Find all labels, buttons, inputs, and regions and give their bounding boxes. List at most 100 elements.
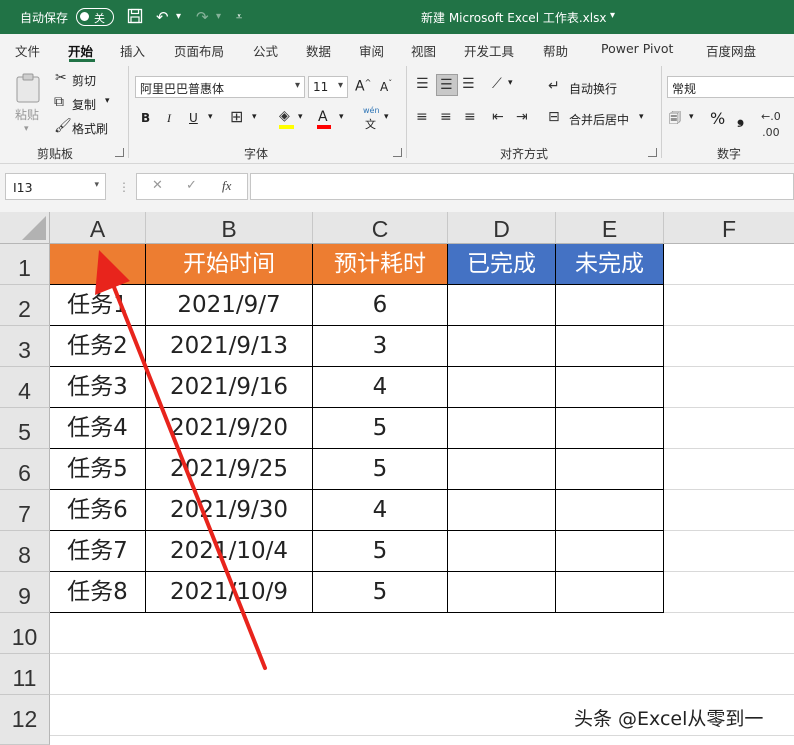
merge-center-icon[interactable]: ⊟	[548, 109, 560, 125]
column-header-a[interactable]: A	[50, 212, 146, 244]
align-center-icon[interactable]: ≡	[440, 109, 452, 125]
table-cell[interactable]	[556, 408, 664, 449]
tab-home[interactable]: 开始	[68, 41, 93, 60]
cut-label[interactable]: 剪切	[72, 72, 96, 89]
redo-icon[interactable]: ↷	[196, 8, 209, 26]
customize-toolbar-icon[interactable]: ⩡	[236, 8, 242, 26]
paste-button[interactable]: 粘贴 ▾	[12, 70, 46, 136]
orientation-dropdown-icon[interactable]: ▾	[508, 78, 513, 88]
align-top-icon[interactable]: ☰	[416, 76, 429, 92]
table-cell[interactable]: 5	[313, 572, 448, 613]
tab-power-pivot[interactable]: Power Pivot	[601, 41, 673, 56]
undo-icon[interactable]: ↶	[156, 8, 169, 26]
font-name-select[interactable]: 阿里巴巴普惠体 ▾	[135, 76, 305, 98]
tab-view[interactable]: 视图	[411, 41, 436, 60]
table-cell[interactable]: 5	[313, 449, 448, 490]
tab-file[interactable]: 文件	[15, 41, 40, 60]
insert-function-icon[interactable]: fx	[222, 178, 231, 194]
row-header-6[interactable]: 6	[0, 449, 50, 490]
increase-indent-icon[interactable]: ⇥	[516, 109, 528, 125]
row-header-4[interactable]: 4	[0, 367, 50, 408]
table-cell[interactable]: 任务3	[50, 367, 146, 408]
shrink-font-icon[interactable]: Aˇ	[380, 79, 392, 94]
table-cell[interactable]: 2021/9/20	[146, 408, 313, 449]
table-cell[interactable]: 4	[313, 367, 448, 408]
align-middle-button[interactable]: ☰	[436, 74, 458, 96]
currency-dropdown-icon[interactable]: ▾	[689, 112, 694, 122]
formula-input[interactable]	[250, 173, 794, 200]
enter-icon[interactable]: ✓	[186, 178, 197, 193]
table-cell[interactable]: 2021/9/25	[146, 449, 313, 490]
cell-e1[interactable]: 未完成	[556, 244, 664, 285]
merge-center-label[interactable]: 合并后居中	[569, 111, 629, 128]
copy-label[interactable]: 复制	[72, 96, 96, 113]
tab-help[interactable]: 帮助	[543, 41, 568, 60]
row-header-7[interactable]: 7	[0, 490, 50, 531]
save-icon[interactable]	[127, 8, 143, 28]
table-cell[interactable]: 任务7	[50, 531, 146, 572]
comma-button[interactable]: ❟	[737, 107, 744, 128]
tab-baidu-netdisk[interactable]: 百度网盘	[706, 41, 756, 60]
table-cell[interactable]	[556, 490, 664, 531]
table-cell[interactable]: 2021/9/7	[146, 285, 313, 326]
table-cell[interactable]: 任务4	[50, 408, 146, 449]
cancel-icon[interactable]: ✕	[152, 178, 163, 193]
cell-b1[interactable]: 开始时间	[146, 244, 313, 285]
table-cell[interactable]: 任务2	[50, 326, 146, 367]
table-cell[interactable]	[556, 367, 664, 408]
redo-dropdown-icon[interactable]: ▾	[216, 8, 221, 26]
table-cell[interactable]	[448, 408, 556, 449]
table-cell[interactable]	[556, 285, 664, 326]
copy-icon[interactable]: ⧉	[54, 94, 64, 110]
cut-icon[interactable]: ✂	[55, 70, 67, 86]
table-cell[interactable]: 5	[313, 531, 448, 572]
font-launcher-icon[interactable]	[393, 148, 402, 157]
row-header-11[interactable]: 11	[0, 654, 50, 695]
row-header-9[interactable]: 9	[0, 572, 50, 613]
clipboard-launcher-icon[interactable]	[115, 148, 124, 157]
table-cell[interactable]: 3	[313, 326, 448, 367]
phonetic-button[interactable]: wén 文	[361, 106, 385, 132]
grow-font-icon[interactable]: A^	[355, 78, 371, 95]
table-cell[interactable]: 2021/9/13	[146, 326, 313, 367]
row-header-8[interactable]: 8	[0, 531, 50, 572]
autosave-toggle[interactable]: 关	[76, 8, 114, 26]
bold-button[interactable]: B	[141, 111, 150, 125]
tab-developer[interactable]: 开发工具	[464, 41, 514, 60]
table-cell[interactable]	[448, 326, 556, 367]
table-cell[interactable]	[448, 449, 556, 490]
table-cell[interactable]: 5	[313, 408, 448, 449]
table-cell[interactable]	[556, 572, 664, 613]
italic-button[interactable]: I	[167, 111, 171, 126]
column-header-d[interactable]: D	[448, 212, 556, 244]
orientation-icon[interactable]: ⟋	[492, 76, 502, 92]
tab-data[interactable]: 数据	[306, 41, 331, 60]
font-color-dropdown-icon[interactable]: ▾	[339, 112, 344, 122]
alignment-launcher-icon[interactable]	[648, 148, 657, 157]
decrease-indent-icon[interactable]: ⇤	[492, 109, 504, 125]
table-cell[interactable]	[556, 531, 664, 572]
paste-dropdown-icon[interactable]: ▾	[24, 124, 29, 134]
table-cell[interactable]: 任务8	[50, 572, 146, 613]
align-left-icon[interactable]: ≡	[416, 109, 428, 125]
resize-dots-icon[interactable]: ⋮	[118, 180, 130, 194]
name-box[interactable]: I13 ▾	[5, 173, 106, 200]
table-cell[interactable]	[556, 449, 664, 490]
column-header-c[interactable]: C	[313, 212, 448, 244]
column-header-f[interactable]: F	[664, 212, 794, 244]
border-icon[interactable]: ⊞	[230, 109, 243, 125]
font-size-select[interactable]: 11 ▾	[308, 76, 348, 98]
tab-review[interactable]: 审阅	[359, 41, 384, 60]
align-bottom-icon[interactable]: ☰	[462, 76, 475, 92]
wrap-text-label[interactable]: 自动换行	[569, 80, 617, 97]
table-cell[interactable]	[448, 572, 556, 613]
table-cell[interactable]: 2021/10/4	[146, 531, 313, 572]
tab-insert[interactable]: 插入	[120, 41, 145, 60]
table-cell[interactable]	[448, 531, 556, 572]
row-header-2[interactable]: 2	[0, 285, 50, 326]
phonetic-dropdown-icon[interactable]: ▾	[384, 112, 389, 122]
currency-icon[interactable]: 🗐	[669, 110, 681, 126]
tab-formulas[interactable]: 公式	[253, 41, 278, 60]
fill-color-icon[interactable]: ◈	[279, 108, 290, 124]
cell-c1[interactable]: 预计耗时	[313, 244, 448, 285]
